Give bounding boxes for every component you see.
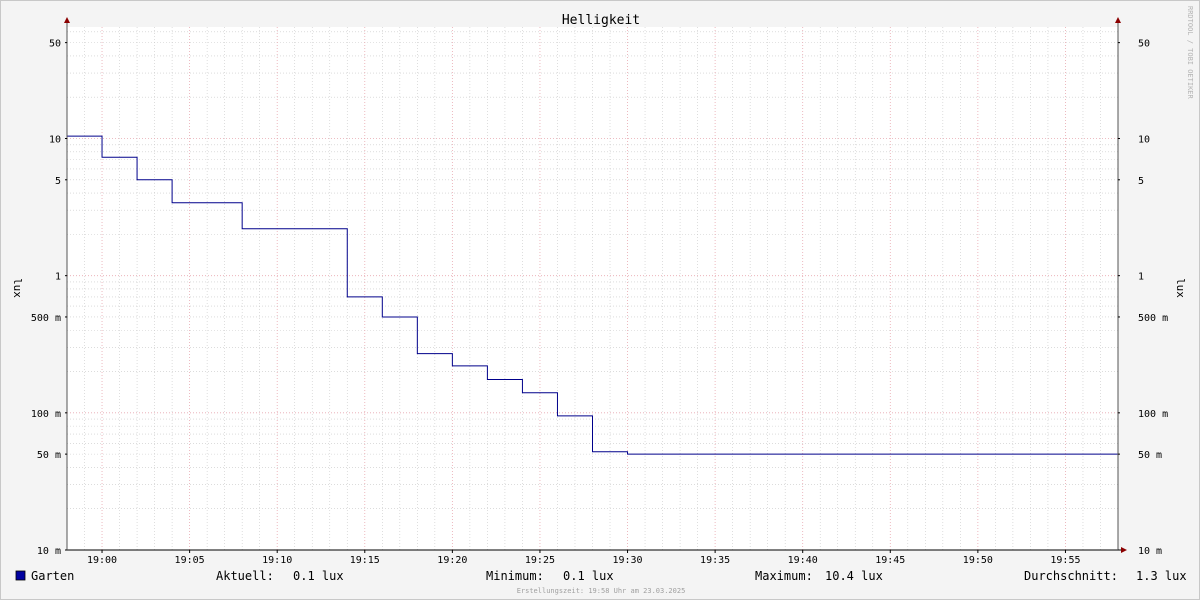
legend-series-name: Garten [31, 569, 74, 583]
y-tick-label: 100 m [31, 409, 61, 420]
y-tick-label: 50 m [37, 450, 61, 461]
x-tick-label: 19:05 [175, 555, 205, 566]
y-tick-labels-left: 10 m 50 m 100 m 500 m 1 5 10 50 [31, 39, 61, 557]
y-axis-arrow-right [1115, 17, 1121, 23]
current-value: 0.1 lux [293, 569, 344, 583]
chart-title: Helligkeit [562, 13, 640, 28]
x-tick-labels: 19:00 19:05 19:10 19:15 19:20 19:25 19:30 19:35… [87, 555, 1081, 566]
x-tick-label: 19:45 [875, 555, 905, 566]
x-tick-label: 19:30 [612, 555, 642, 566]
y-tick-label: 50 [1138, 39, 1150, 50]
x-tick-label: 19:50 [963, 555, 993, 566]
maximum-value: 10.4 lux [825, 569, 883, 583]
maximum-label: Maximum: [755, 569, 813, 583]
legend-swatch [15, 570, 26, 581]
average-label: Durchschnitt: [1024, 569, 1118, 583]
minimum-label: Minimum: [486, 569, 544, 583]
x-tick-label: 19:40 [788, 555, 818, 566]
y-tick-label: 50 m [1138, 450, 1162, 461]
minimum-value: 0.1 lux [563, 569, 614, 583]
y-axis-arrow-left [64, 17, 70, 23]
x-tick-label: 19:10 [262, 555, 292, 566]
y-axis-label-right: lux [1174, 278, 1187, 298]
y-tick-label: 50 [49, 39, 61, 50]
minor-grid [66, 27, 1119, 550]
x-tick-label: 19:35 [700, 555, 730, 566]
x-tick-label: 19:15 [350, 555, 380, 566]
creation-time-footer: Erstellungszeit: 19:58 Uhr am 23.03.2025 [517, 587, 686, 595]
y-tick-label: 10 [49, 135, 61, 146]
y-tick-label: 1 [55, 272, 61, 283]
y-tick-labels-right: 10 m 50 m 100 m 500 m 1 5 10 50 [1138, 39, 1168, 557]
x-tick-label: 19:20 [437, 555, 467, 566]
side-credit: RRDTOOL / TOBI OETIKER [1186, 6, 1194, 100]
y-tick-label: 100 m [1138, 409, 1168, 420]
y-tick-label: 500 m [1138, 313, 1168, 324]
y-tick-label: 500 m [31, 313, 61, 324]
current-label: Aktuell: [216, 569, 274, 583]
x-tick-label: 19:55 [1050, 555, 1080, 566]
y-tick-label: 10 m [1138, 546, 1162, 557]
y-tick-label: 5 [55, 176, 61, 187]
x-axis-arrow [1121, 547, 1127, 553]
y-tick-label: 10 [1138, 135, 1150, 146]
x-tick-label: 19:25 [525, 555, 555, 566]
y-axis-label-left: lux [11, 278, 24, 298]
average-value: 1.3 lux [1136, 569, 1187, 583]
y-tick-label: 10 m [37, 546, 61, 557]
y-tick-label: 1 [1138, 272, 1144, 283]
chart-canvas: Helligkeit 10 m 50 m 100 m 500 m 1 5 10 50 10 m… [11, 6, 1194, 595]
y-tick-label: 5 [1138, 176, 1144, 187]
x-tick-label: 19:00 [87, 555, 117, 566]
legend: Garten Aktuell: 0.1 lux Minimum: 0.1 lux… [15, 569, 1187, 583]
chart-frame: Helligkeit 10 m 50 m 100 m 500 m 1 5 10 50 10 m… [0, 0, 1200, 600]
